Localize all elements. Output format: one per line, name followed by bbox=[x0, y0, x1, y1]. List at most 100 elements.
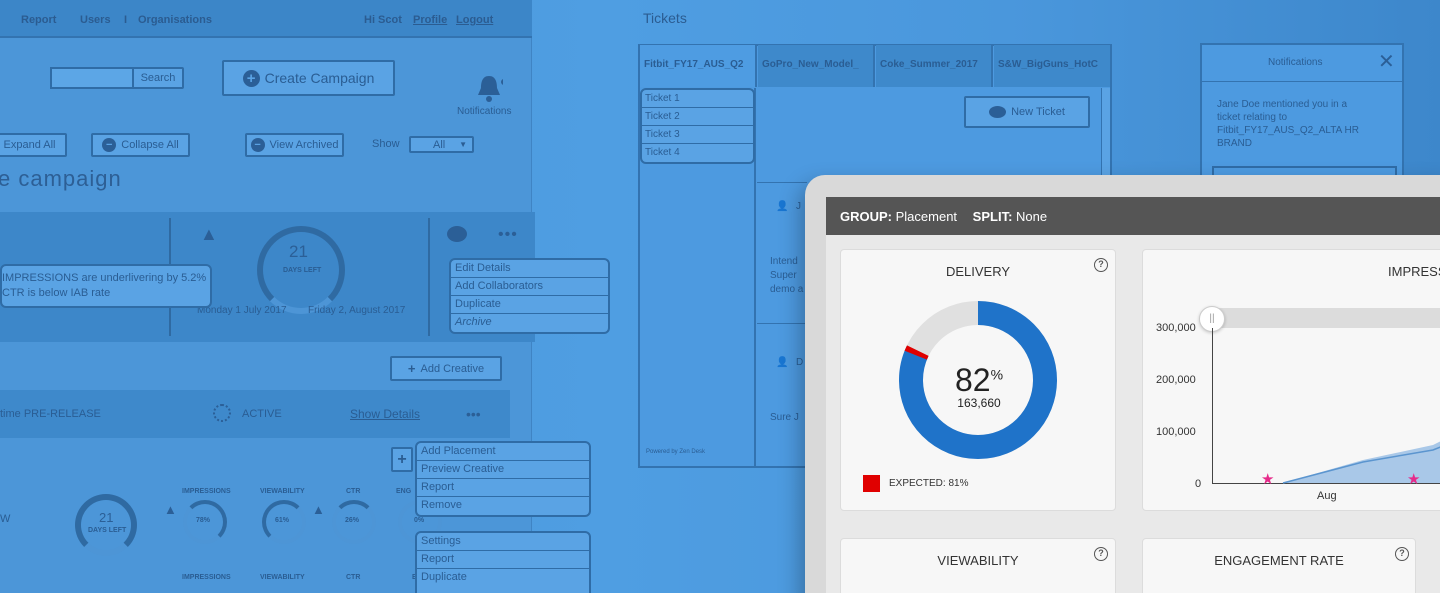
close-icon[interactable]: ✕ bbox=[1378, 49, 1395, 74]
ticket-tab[interactable]: Fitbit_FY17_AUS_Q2 bbox=[640, 45, 757, 87]
impressions-card: IMPRESS || 300,000 200,000 100,000 0 Aug… bbox=[1142, 249, 1440, 511]
menu-item-add-collaborators[interactable]: Add Collaborators bbox=[451, 278, 608, 296]
menu-item-duplicate[interactable]: Duplicate bbox=[417, 569, 589, 587]
collapse-all-label: Collapse All bbox=[121, 139, 179, 151]
start-date: Monday 1 July 2017 bbox=[197, 305, 287, 316]
plus-icon: + bbox=[242, 69, 260, 87]
nav-organisations[interactable]: Organisations bbox=[138, 14, 212, 26]
metric-value: 26% bbox=[345, 517, 360, 524]
expand-all-label: Expand All bbox=[3, 139, 56, 151]
menu-item-report[interactable]: Report bbox=[417, 551, 589, 569]
end-date: Friday 2, August 2017 bbox=[308, 305, 406, 316]
dropdown-arrow-icon: ▼ bbox=[459, 140, 467, 149]
menu-item-duplicate[interactable]: Duplicate bbox=[451, 296, 608, 314]
days-left-value-small: 21 bbox=[99, 510, 114, 525]
plus-icon: + bbox=[407, 361, 416, 376]
speech-bubble-icon bbox=[989, 106, 1007, 118]
split-value[interactable]: None bbox=[1016, 209, 1047, 224]
nav-users[interactable]: Users bbox=[80, 14, 111, 26]
impressions-title: IMPRESS bbox=[1388, 264, 1440, 279]
group-value[interactable]: Placement bbox=[896, 209, 957, 224]
menu-item-archive[interactable]: Archive bbox=[451, 314, 608, 332]
days-left-unit: DAYS LEFT bbox=[283, 267, 322, 274]
delivery-title: DELIVERY bbox=[945, 264, 1011, 279]
delivery-percent-value: 82 bbox=[954, 362, 991, 398]
help-icon[interactable]: ? bbox=[1094, 547, 1108, 561]
message-text: Super bbox=[770, 270, 797, 281]
profile-link[interactable]: Profile bbox=[413, 14, 447, 26]
message-author: J bbox=[796, 201, 801, 212]
ticket-item[interactable]: Ticket 3 bbox=[642, 126, 753, 144]
menu-item-add-placement[interactable]: Add Placement bbox=[417, 443, 589, 461]
divider bbox=[757, 323, 807, 324]
search-input[interactable] bbox=[50, 67, 134, 89]
range-slider-track[interactable] bbox=[1213, 308, 1440, 328]
tooltip-line: CTR is below IAB rate bbox=[2, 287, 111, 299]
delivery-card: DELIVERY ? 82% 163,660 EXPECTED: 81% bbox=[840, 249, 1116, 511]
help-icon[interactable]: ? bbox=[1094, 258, 1108, 272]
expected-legend-label: EXPECTED: 81% bbox=[889, 478, 969, 489]
filter-bar: GROUP: Placement SPLIT: None bbox=[826, 197, 1440, 235]
warning-icon: ▲ bbox=[164, 502, 177, 517]
create-campaign-button[interactable]: + Create Campaign bbox=[222, 60, 395, 96]
message-text: Sure J bbox=[770, 412, 799, 423]
comment-icon[interactable] bbox=[447, 226, 467, 242]
view-archived-label: View Archived bbox=[269, 139, 339, 151]
ticket-tab[interactable]: Coke_Summer_2017 bbox=[876, 45, 993, 87]
more-options-icon[interactable]: ••• bbox=[498, 226, 518, 244]
creative-title: time PRE-RELEASE bbox=[0, 408, 101, 420]
ticket-item[interactable]: Ticket 4 bbox=[642, 144, 753, 162]
y-tick-label: 0 bbox=[1195, 478, 1202, 490]
search-button[interactable]: Search bbox=[132, 67, 184, 89]
new-ticket-button[interactable]: New Ticket bbox=[964, 96, 1090, 128]
spinner-icon bbox=[213, 404, 231, 422]
divider bbox=[1202, 81, 1402, 82]
menu-item-edit-details[interactable]: Edit Details bbox=[451, 260, 608, 278]
collapse-all-button[interactable]: − Collapse All bbox=[91, 133, 190, 157]
metric-label: CTR bbox=[346, 488, 361, 495]
user-icon: 👤 bbox=[776, 357, 789, 368]
group-label: GROUP: bbox=[840, 209, 892, 224]
y-tick-label: 100,000 bbox=[1156, 426, 1196, 438]
percent-symbol: % bbox=[990, 366, 1004, 383]
show-select[interactable]: All ▼ bbox=[409, 136, 474, 153]
create-campaign-label: Create Campaign bbox=[264, 70, 375, 86]
menu-item-remove[interactable]: Remove bbox=[417, 497, 589, 515]
creative-options-menu: Add Placement Preview Creative Report Re… bbox=[415, 441, 591, 517]
nav-report[interactable]: Report bbox=[21, 14, 56, 26]
metric-label: VIEWABILITY bbox=[260, 488, 305, 495]
show-label: Show bbox=[372, 138, 400, 150]
ticket-tab[interactable]: S&W_BigGuns_HotC bbox=[994, 45, 1110, 87]
notification-text: ticket relating to bbox=[1217, 112, 1288, 123]
show-details-link[interactable]: Show Details bbox=[350, 407, 420, 421]
user-icon: 👤 bbox=[776, 201, 789, 212]
metric-value: 78% bbox=[196, 517, 211, 524]
placement-row-label: W bbox=[0, 513, 11, 525]
notifications-label: Notifications bbox=[457, 106, 512, 117]
ticket-tab[interactable]: GoPro_New_Model_ bbox=[758, 45, 875, 87]
ticket-item[interactable]: Ticket 2 bbox=[642, 108, 753, 126]
menu-item-settings[interactable]: Settings bbox=[417, 533, 589, 551]
greeting: Hi Scot bbox=[364, 14, 402, 26]
help-icon[interactable]: ? bbox=[1395, 547, 1409, 561]
star-marker-icon[interactable]: ★ bbox=[1407, 470, 1420, 488]
bell-icon[interactable] bbox=[475, 74, 507, 104]
delivery-percent: 82% bbox=[841, 362, 1117, 399]
metric-label: IMPRESSIONS bbox=[182, 488, 231, 495]
metric-label: CTR bbox=[346, 574, 361, 581]
engagement-title: ENGAGEMENT RATE bbox=[1214, 553, 1344, 568]
days-left-value: 21 bbox=[289, 242, 308, 261]
message-author: D bbox=[796, 357, 804, 368]
view-archived-button[interactable]: − View Archived bbox=[245, 133, 344, 157]
add-creative-button[interactable]: + Add Creative bbox=[390, 356, 502, 381]
notification-text: BRAND bbox=[1217, 138, 1253, 149]
viewability-card: VIEWABILITY ? bbox=[840, 538, 1116, 593]
add-placement-button[interactable]: + bbox=[391, 447, 413, 472]
menu-item-report[interactable]: Report bbox=[417, 479, 589, 497]
star-marker-icon[interactable]: ★ bbox=[1261, 470, 1274, 488]
ticket-item[interactable]: Ticket 1 bbox=[642, 90, 753, 108]
menu-item-preview-creative[interactable]: Preview Creative bbox=[417, 461, 589, 479]
more-options-icon[interactable]: ••• bbox=[466, 406, 481, 422]
logout-link[interactable]: Logout bbox=[456, 14, 493, 26]
expand-all-button[interactable]: Expand All bbox=[0, 133, 67, 157]
